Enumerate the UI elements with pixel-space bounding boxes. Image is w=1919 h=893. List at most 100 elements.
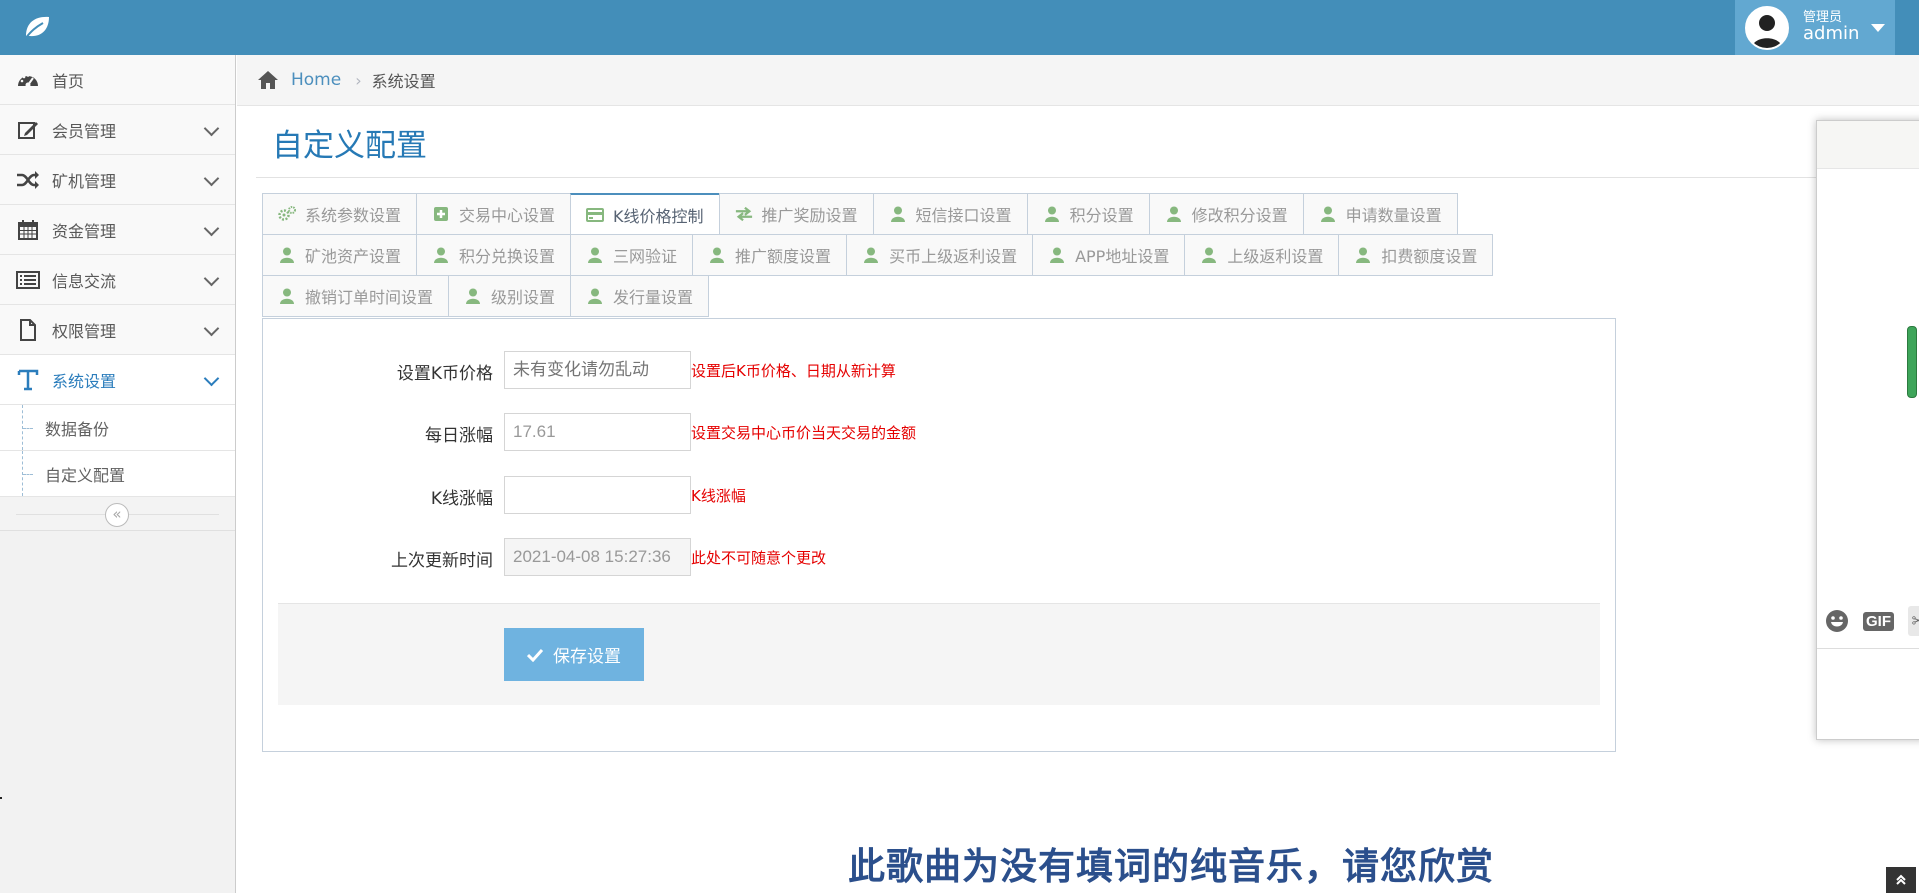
tab-label: 扣费额度设置 — [1381, 247, 1478, 266]
sidebar-item-messages[interactable]: 信息交流 — [0, 255, 235, 305]
page-title: 自定义配置 — [272, 128, 427, 164]
tab-points-exchange[interactable]: 积分兑换设置 — [416, 234, 571, 276]
sidebar-item-funds[interactable]: 资金管理 — [0, 205, 235, 255]
form-row-kline-increase: K线涨幅 K线涨幅 — [263, 474, 1617, 514]
user-icon — [708, 246, 726, 264]
emoji-icon[interactable] — [1825, 609, 1849, 633]
caret-down-icon — [1871, 23, 1886, 32]
kcoin-price-input[interactable] — [504, 351, 691, 389]
tab-label: 撤销订单时间设置 — [305, 288, 434, 307]
tab-system-params[interactable]: 系统参数设置 — [262, 193, 417, 235]
tab-level-settings[interactable]: 级别设置 — [448, 275, 571, 317]
chevron-down-icon — [203, 270, 220, 287]
tab-pool-assets[interactable]: 矿池资产设置 — [262, 234, 417, 276]
sidebar-item-home[interactable]: 首页 — [0, 55, 235, 105]
tab-buy-coin-rebate[interactable]: 买币上级返利设置 — [846, 234, 1033, 276]
tab-kline-price-control[interactable]: K线价格控制 — [570, 193, 719, 235]
breadcrumb-current: 系统设置 — [371, 72, 436, 91]
user-info: 管理员 admin — [1803, 11, 1859, 44]
edge-mark — [0, 797, 2, 799]
field-hint: 设置交易中心币价当天交易的金额 — [691, 424, 917, 442]
double-angle-left-icon[interactable]: « — [105, 503, 129, 527]
user-menu[interactable]: 管理员 admin — [1735, 0, 1895, 55]
field-hint: K线涨幅 — [691, 487, 746, 505]
file-icon — [14, 318, 42, 341]
dashboard-icon — [14, 69, 42, 91]
last-update-time-input — [504, 538, 691, 576]
chat-divider — [1817, 648, 1919, 649]
user-avatar-icon — [1747, 7, 1787, 48]
tab-promotion-rewards[interactable]: 推广奖励设置 — [718, 193, 873, 235]
user-icon — [278, 287, 296, 305]
tab-issuance-settings[interactable]: 发行量设置 — [570, 275, 710, 317]
top-navbar: 管理员 admin — [0, 0, 1919, 55]
settings-tabs: 系统参数设置 交易中心设置 K线价格控制 推广奖励设置 短信接口设置 积分设置 … — [262, 193, 1632, 317]
list-icon — [14, 269, 42, 291]
sidebar-item-permissions[interactable]: 权限管理 — [0, 305, 235, 355]
tab-label: 三网验证 — [613, 247, 678, 266]
shuffle-icon — [14, 169, 42, 191]
tab-app-address[interactable]: APP地址设置 — [1032, 234, 1185, 276]
user-icon — [1319, 205, 1337, 223]
chat-scrollbar[interactable] — [1907, 326, 1917, 398]
tab-cancel-order-time[interactable]: 撤销订单时间设置 — [262, 275, 449, 317]
tab-deduction-quota[interactable]: 扣费额度设置 — [1338, 234, 1494, 276]
sidebar-subitem-label: 数据备份 — [45, 419, 110, 439]
tab-superior-rebate[interactable]: 上级返利设置 — [1184, 234, 1339, 276]
scissors-icon[interactable]: ✂ — [1908, 606, 1919, 636]
gif-icon[interactable]: GIF — [1863, 611, 1894, 631]
user-icon — [1354, 246, 1372, 264]
tab-label: 短信接口设置 — [915, 206, 1012, 225]
user-icon — [889, 205, 907, 223]
chevron-down-icon — [203, 320, 220, 337]
field-hint: 此处不可随意个更改 — [691, 549, 827, 567]
kline-increase-input[interactable] — [504, 476, 691, 514]
chat-header — [1817, 121, 1919, 169]
sidebar-item-system-settings[interactable]: 系统设置 — [0, 355, 235, 405]
user-icon — [1048, 246, 1066, 264]
sidebar-subitem-data-backup[interactable]: 数据备份 — [0, 405, 235, 451]
tab-promotion-quota[interactable]: 推广额度设置 — [692, 234, 847, 276]
tab-label: APP地址设置 — [1075, 247, 1170, 266]
tab-modify-points[interactable]: 修改积分设置 — [1148, 193, 1303, 235]
sidebar-subitem-label: 自定义配置 — [45, 465, 126, 485]
credit-card-icon — [586, 206, 605, 224]
tab-three-network-verify[interactable]: 三网验证 — [570, 234, 693, 276]
user-icon — [278, 246, 296, 264]
tab-label: 交易中心设置 — [459, 206, 556, 225]
chevron-right-icon: › — [355, 70, 362, 90]
home-icon[interactable] — [257, 70, 279, 90]
leaf-logo-icon[interactable] — [22, 12, 52, 42]
save-settings-button[interactable]: 保存设置 — [504, 628, 644, 681]
tab-trading-center[interactable]: 交易中心设置 — [416, 193, 571, 235]
tab-label: 积分设置 — [1069, 206, 1134, 225]
plus-square-icon — [432, 205, 450, 223]
user-icon — [432, 246, 450, 264]
user-icon — [1200, 246, 1218, 264]
chevron-down-icon — [203, 170, 220, 187]
form-row-last-update: 上次更新时间 此处不可随意个更改 — [263, 536, 1617, 576]
user-icon — [586, 287, 604, 305]
tab-sms-interface[interactable]: 短信接口设置 — [872, 193, 1027, 235]
daily-increase-input[interactable] — [504, 413, 691, 451]
tab-label: 矿池资产设置 — [305, 247, 402, 266]
sidebar-item-miners[interactable]: 矿机管理 — [0, 155, 235, 205]
field-label: 上次更新时间 — [391, 551, 493, 571]
tab-points-settings[interactable]: 积分设置 — [1026, 193, 1149, 235]
scroll-to-top-icon[interactable] — [1886, 867, 1916, 893]
sidebar-item-label: 矿机管理 — [52, 171, 117, 191]
sidebar-item-label: 会员管理 — [52, 121, 117, 141]
sidebar-subitem-custom-config[interactable]: 自定义配置 — [0, 451, 235, 497]
breadcrumb: Home › 系统设置 — [237, 55, 1919, 106]
user-icon — [1043, 205, 1061, 223]
breadcrumb-home-link[interactable]: Home — [291, 70, 341, 90]
tab-application-quantity[interactable]: 申请数量设置 — [1302, 193, 1458, 235]
tab-label: 积分兑换设置 — [459, 247, 556, 266]
lyrics-overlay: 此歌曲为没有填词的纯音乐，请您欣赏 — [848, 845, 1494, 888]
avatar — [1745, 5, 1789, 50]
tab-label: 申请数量设置 — [1345, 206, 1442, 225]
calendar-icon — [14, 219, 42, 241]
tab-label: 推广奖励设置 — [761, 206, 858, 225]
sidebar-item-members[interactable]: 会员管理 — [0, 105, 235, 155]
form-actions: 保存设置 — [278, 603, 1600, 705]
